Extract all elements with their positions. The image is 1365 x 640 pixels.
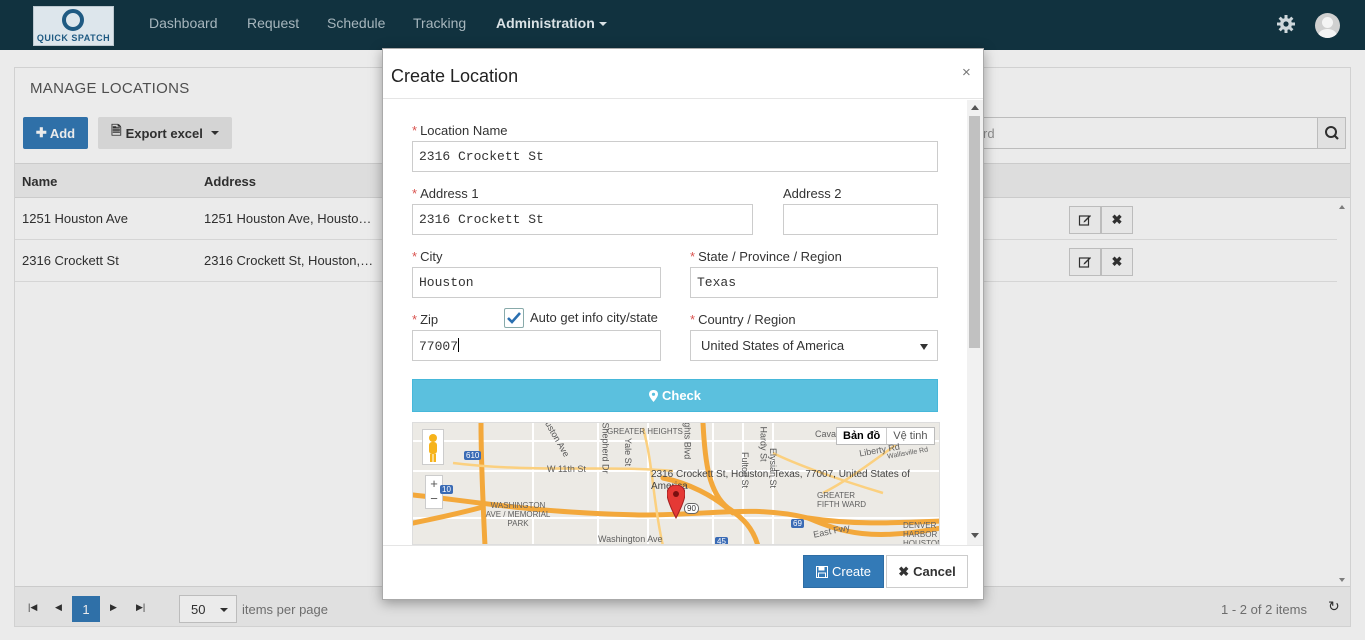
map-label-denver-harbor: DENVER HARBOR / HOUSTON: [903, 521, 940, 545]
dialog-scrollbar[interactable]: [967, 100, 983, 545]
required-mark: *: [412, 312, 418, 327]
state-label-text: State / Province / Region: [698, 249, 842, 264]
highway-shield-10: 10: [440, 485, 453, 494]
check-label: Check: [661, 388, 702, 403]
address2-label: Address 2: [783, 186, 842, 201]
highway-shield-610: 610: [464, 451, 482, 460]
auto-get-info-label[interactable]: Auto get info city/state: [530, 310, 658, 325]
required-mark: *: [412, 186, 418, 201]
dialog-footer: Create ✖ Cancel: [383, 545, 983, 600]
country-value: United States of America: [701, 338, 845, 353]
app-logo[interactable]: QUICK SPATCH: [33, 6, 114, 46]
map-label-w11th: W 11th St: [547, 464, 586, 474]
logo-text: QUICK SPATCH: [36, 33, 111, 43]
map-label-washington-ave: Washington Ave: [598, 534, 663, 544]
dropdown-arrow-icon: [920, 344, 928, 350]
gear-icon[interactable]: [1276, 14, 1296, 34]
city-label: * City: [412, 249, 442, 264]
dialog-header: Create Location ×: [383, 49, 983, 99]
logo-mark: [62, 9, 84, 31]
pegman-figure: [429, 434, 437, 462]
checkmark-icon: [507, 312, 521, 324]
zip-label-text: Zip: [420, 312, 439, 327]
nav-tracking[interactable]: Tracking: [413, 15, 466, 31]
auto-get-info-checkbox[interactable]: [504, 308, 524, 328]
map-label-shepherd: Shepherd Dr: [600, 422, 611, 474]
highway-shield-69: 69: [791, 519, 804, 528]
map-label-fifth-ward: GREATER FIFTH WARD: [817, 491, 867, 509]
check-address-button[interactable]: Check: [412, 379, 938, 412]
map-label-heights: Heights Blvd: [682, 422, 693, 460]
country-select[interactable]: United States of America: [690, 330, 938, 361]
location-name-input[interactable]: 2316 Crockett St: [412, 141, 938, 172]
state-label: * State / Province / Region: [690, 249, 842, 264]
text-cursor: [458, 338, 460, 352]
map-label-cava: Cava: [815, 429, 837, 439]
create-button[interactable]: Create: [803, 555, 884, 588]
address1-label: * Address 1: [412, 186, 479, 201]
nav-schedule[interactable]: Schedule: [327, 15, 385, 31]
cancel-button[interactable]: ✖ Cancel: [886, 555, 968, 588]
close-icon[interactable]: ×: [962, 64, 971, 81]
create-label: Create: [831, 564, 872, 579]
map-marker-icon: [648, 389, 658, 402]
avatar-head: [1322, 17, 1333, 28]
chevron-down-icon: [598, 22, 607, 27]
scrollbar-thumb[interactable]: [969, 116, 980, 348]
country-label: * Country / Region: [690, 312, 796, 327]
save-icon: [815, 565, 828, 578]
map-type-toggle[interactable]: Bản đồ Vệ tinh: [836, 427, 935, 445]
required-mark: *: [690, 249, 696, 264]
country-label-text: Country / Region: [698, 312, 796, 327]
map-label-yale: Yale St: [623, 437, 634, 467]
zip-input[interactable]: 77007: [412, 330, 661, 361]
close-icon: ✖: [898, 563, 910, 579]
location-name-label-text: Location Name: [420, 123, 508, 138]
map-type-map[interactable]: Bản đồ: [837, 428, 888, 444]
street-view-pegman-icon[interactable]: [422, 429, 444, 465]
required-mark: *: [690, 312, 696, 327]
map-label-greater-heights: GREATER HEIGHTS: [607, 427, 683, 436]
highway-shield-90: 90: [684, 503, 699, 514]
top-navbar: QUICK SPATCH Dashboard Request Schedule …: [0, 0, 1365, 50]
dialog-title: Create Location: [391, 66, 519, 86]
dialog-body: * Location Name 2316 Crockett St * Address…: [383, 100, 983, 545]
nav-administration-label: Administration: [496, 15, 595, 31]
address1-input[interactable]: 2316 Crockett St: [412, 204, 753, 235]
map-label-memorial-park: WASHINGTON AVE / MEMORIAL PARK: [485, 501, 551, 528]
required-mark: *: [412, 249, 418, 264]
location-map[interactable]: + − Bản đồ Vệ tinh GREATER HEIGHTS W 11t…: [412, 422, 940, 545]
nav-administration[interactable]: Administration: [496, 15, 607, 31]
address1-label-text: Address 1: [420, 186, 479, 201]
scroll-down-icon[interactable]: [971, 533, 979, 538]
zip-label: * Zip: [412, 312, 438, 327]
map-address-label: 2316 Crockett St, Houston, Texas, 77007,…: [651, 469, 910, 492]
cancel-label: Cancel: [913, 564, 956, 579]
city-label-text: City: [420, 249, 443, 264]
map-label-hardy: Hardy St: [758, 426, 769, 462]
nav-dashboard[interactable]: Dashboard: [149, 15, 218, 31]
nav-request[interactable]: Request: [247, 15, 299, 31]
city-input[interactable]: Houston: [412, 267, 661, 298]
create-location-dialog: Create Location × * Location Name 2316 Cr…: [382, 48, 984, 600]
avatar-body: [1318, 29, 1337, 38]
highway-shield-45: 45: [715, 537, 728, 545]
scroll-up-icon[interactable]: [971, 105, 979, 110]
required-mark: *: [412, 123, 418, 138]
map-marker-icon[interactable]: [667, 485, 685, 519]
user-avatar[interactable]: [1315, 13, 1340, 38]
address2-input[interactable]: [783, 204, 938, 235]
state-input[interactable]: Texas: [690, 267, 938, 298]
zip-value: 77007: [419, 339, 459, 354]
location-name-label: * Location Name: [412, 123, 508, 138]
